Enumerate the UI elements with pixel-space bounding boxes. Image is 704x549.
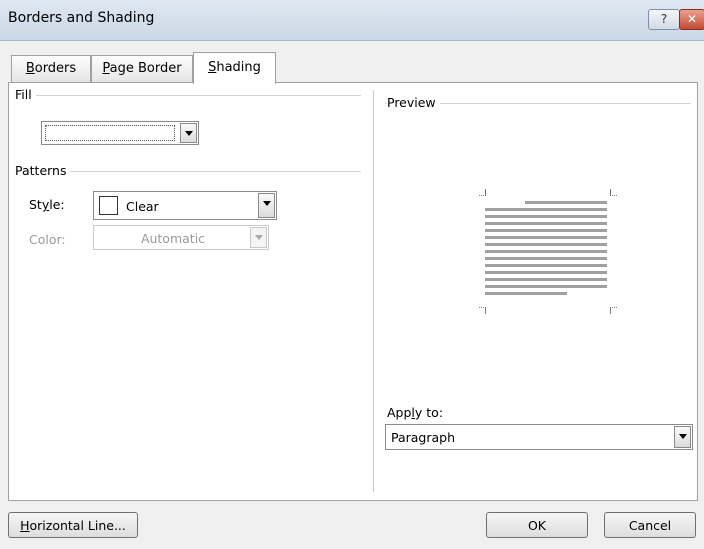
preview-line [485,243,607,246]
preview-line [485,285,607,288]
preview-corner-top-right [610,189,617,196]
panel-separator [373,90,374,492]
preview-line [485,215,607,218]
preview-corner-bottom-right [610,307,617,314]
tab-borders[interactable]: Borders [11,55,91,83]
tab-page-border-accesskey: P [102,61,110,76]
chevron-down-icon[interactable] [674,426,691,448]
title-bar: Borders and Shading ? ✕ [0,0,704,41]
fill-color-focus [45,125,175,141]
horizontal-line-button[interactable]: Horizontal Line... [8,512,138,538]
preview-line [485,229,607,232]
preview-line [485,236,607,239]
preview-corner-top-left [479,189,486,196]
preview-line [485,250,607,253]
chevron-down-icon[interactable] [180,123,197,143]
preview-area [479,183,617,314]
apply-to-dropdown[interactable]: Paragraph [385,424,693,450]
clear-swatch-icon [99,196,118,215]
tab-borders-label: orders [34,61,77,76]
help-button[interactable]: ? [648,9,680,30]
style-label: Style: [29,197,65,212]
fill-group-line [15,95,361,96]
pattern-color-dropdown[interactable]: Automatic [93,225,269,250]
preview-line [485,292,567,295]
ok-label: OK [527,518,547,533]
close-icon: ✕ [686,12,698,26]
fill-color-dropdown[interactable] [41,121,199,145]
preview-corner-bottom-left [479,307,486,314]
cancel-button[interactable]: Cancel [604,512,696,538]
close-button[interactable]: ✕ [679,9,704,30]
preview-line [485,264,607,267]
apply-to-value: Paragraph [391,430,456,445]
preview-line [525,201,607,204]
preview-line [485,271,607,274]
patterns-group-label: Patterns [15,163,71,178]
chevron-down-icon [250,227,267,248]
horizontal-line-accesskey: H [20,518,30,533]
preview-line [485,208,607,211]
fill-group-label: Fill [15,87,36,102]
preview-line [485,257,607,260]
window-title: Borders and Shading [8,10,155,26]
tab-shading-label: hading [216,60,261,75]
preview-line [485,222,607,225]
preview-line [485,278,607,281]
tab-shading[interactable]: Shading [193,52,276,84]
tab-page-border-label: age Border [109,61,182,76]
pattern-color-value: Automatic [140,231,206,246]
shading-panel: Fill Patterns Style: Clear Color: Automa… [8,82,698,501]
color-label: Color: [29,232,66,247]
apply-to-label: Apply to: [387,405,444,420]
tab-borders-accesskey: B [25,61,35,76]
pattern-style-dropdown[interactable]: Clear [93,191,277,220]
help-icon: ? [660,12,668,26]
pattern-style-value: Clear [126,199,159,214]
tab-page-border[interactable]: Page Border [91,55,193,83]
preview-group-label: Preview [387,95,440,110]
cancel-label: Cancel [628,518,672,533]
chevron-down-icon[interactable] [258,193,275,218]
ok-button[interactable]: OK [486,512,588,538]
horizontal-line-label: orizontal Line... [29,518,126,533]
